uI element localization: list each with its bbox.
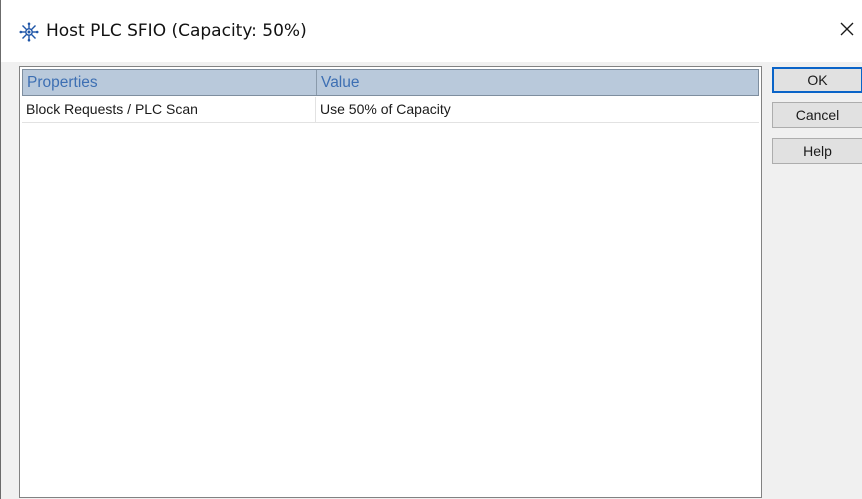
properties-grid[interactable]: Properties Value Block Requests / PLC Sc… bbox=[19, 66, 762, 498]
cancel-button[interactable]: Cancel bbox=[772, 102, 862, 128]
close-button[interactable] bbox=[833, 16, 861, 46]
dialog-window: Host PLC SFIO (Capacity: 50%) Properties… bbox=[0, 0, 862, 499]
dialog-client-area: Properties Value Block Requests / PLC Sc… bbox=[1, 62, 862, 499]
plc-network-icon bbox=[19, 22, 39, 42]
property-value-cell[interactable]: Use 50% of Capacity bbox=[316, 97, 756, 122]
grid-header: Properties Value bbox=[22, 69, 759, 96]
help-button[interactable]: Help bbox=[772, 138, 862, 164]
close-icon bbox=[839, 21, 855, 42]
column-header-properties[interactable]: Properties bbox=[23, 70, 317, 95]
title-bar[interactable]: Host PLC SFIO (Capacity: 50%) bbox=[1, 0, 862, 62]
property-name-cell[interactable]: Block Requests / PLC Scan bbox=[22, 97, 316, 122]
column-header-value[interactable]: Value bbox=[317, 70, 757, 95]
window-title: Host PLC SFIO (Capacity: 50%) bbox=[46, 21, 307, 41]
ok-button[interactable]: OK bbox=[772, 67, 862, 93]
table-row[interactable]: Block Requests / PLC Scan Use 50% of Cap… bbox=[22, 97, 759, 123]
